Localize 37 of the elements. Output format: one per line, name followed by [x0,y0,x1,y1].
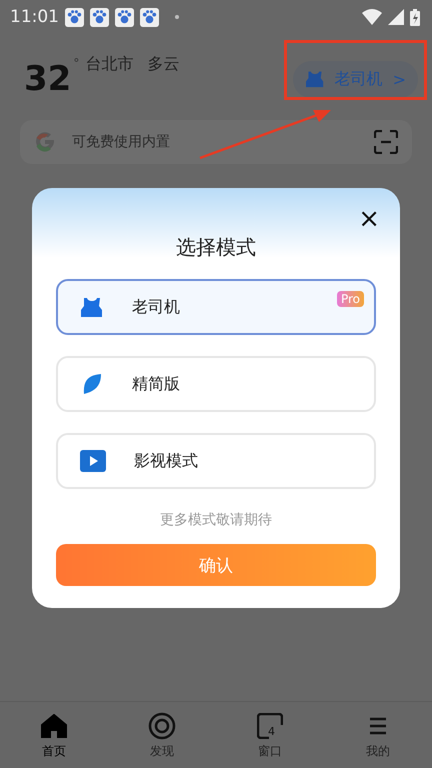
paw-icon [115,8,134,26]
battery-icon [410,8,420,26]
pro-badge: Pro [336,291,364,307]
close-button[interactable]: × [358,206,380,232]
status-time: 11:01 [10,7,59,27]
signal-icon [388,9,404,25]
weather-text: 多云 [147,54,180,75]
nav-tab[interactable]: 首页 [0,702,108,768]
window-icon [257,712,283,738]
paw-icon [90,8,109,26]
confirm-button[interactable]: 确认 [56,544,376,586]
degree-unit: ° [73,56,80,70]
coming-soon-note: 更多模式敬请期待 [159,511,273,529]
paw-icon [140,8,159,26]
mode-option[interactable]: 影视模式 [56,433,376,489]
tank-top-icon [304,70,325,88]
temperature: 32 [24,62,72,96]
mode-option[interactable]: 精简版 [56,356,376,412]
menu-icon [368,716,388,734]
mode-option[interactable]: 老司机 Pro [56,279,376,335]
nav-tab[interactable]: 4 窗口 [216,702,324,768]
window-count: 4 [268,724,275,738]
play-icon [80,450,106,472]
wifi-icon [362,9,382,25]
target-icon [148,712,176,740]
google-g-icon [34,131,56,153]
nav-tab[interactable]: 我的 [324,702,432,768]
notification-dot-icon [175,15,179,19]
home-icon [41,714,67,738]
tank-top-icon [80,296,104,318]
city-name: 台北市 [85,54,134,75]
scan-icon[interactable] [374,130,398,154]
paw-icon [65,8,84,26]
dialog-title: 选择模式 [175,234,257,261]
search-field[interactable]: 可免费使用内置 [20,120,412,164]
search-placeholder: 可免费使用内置 [72,133,171,151]
nav-tab[interactable]: 发现 [108,702,216,768]
